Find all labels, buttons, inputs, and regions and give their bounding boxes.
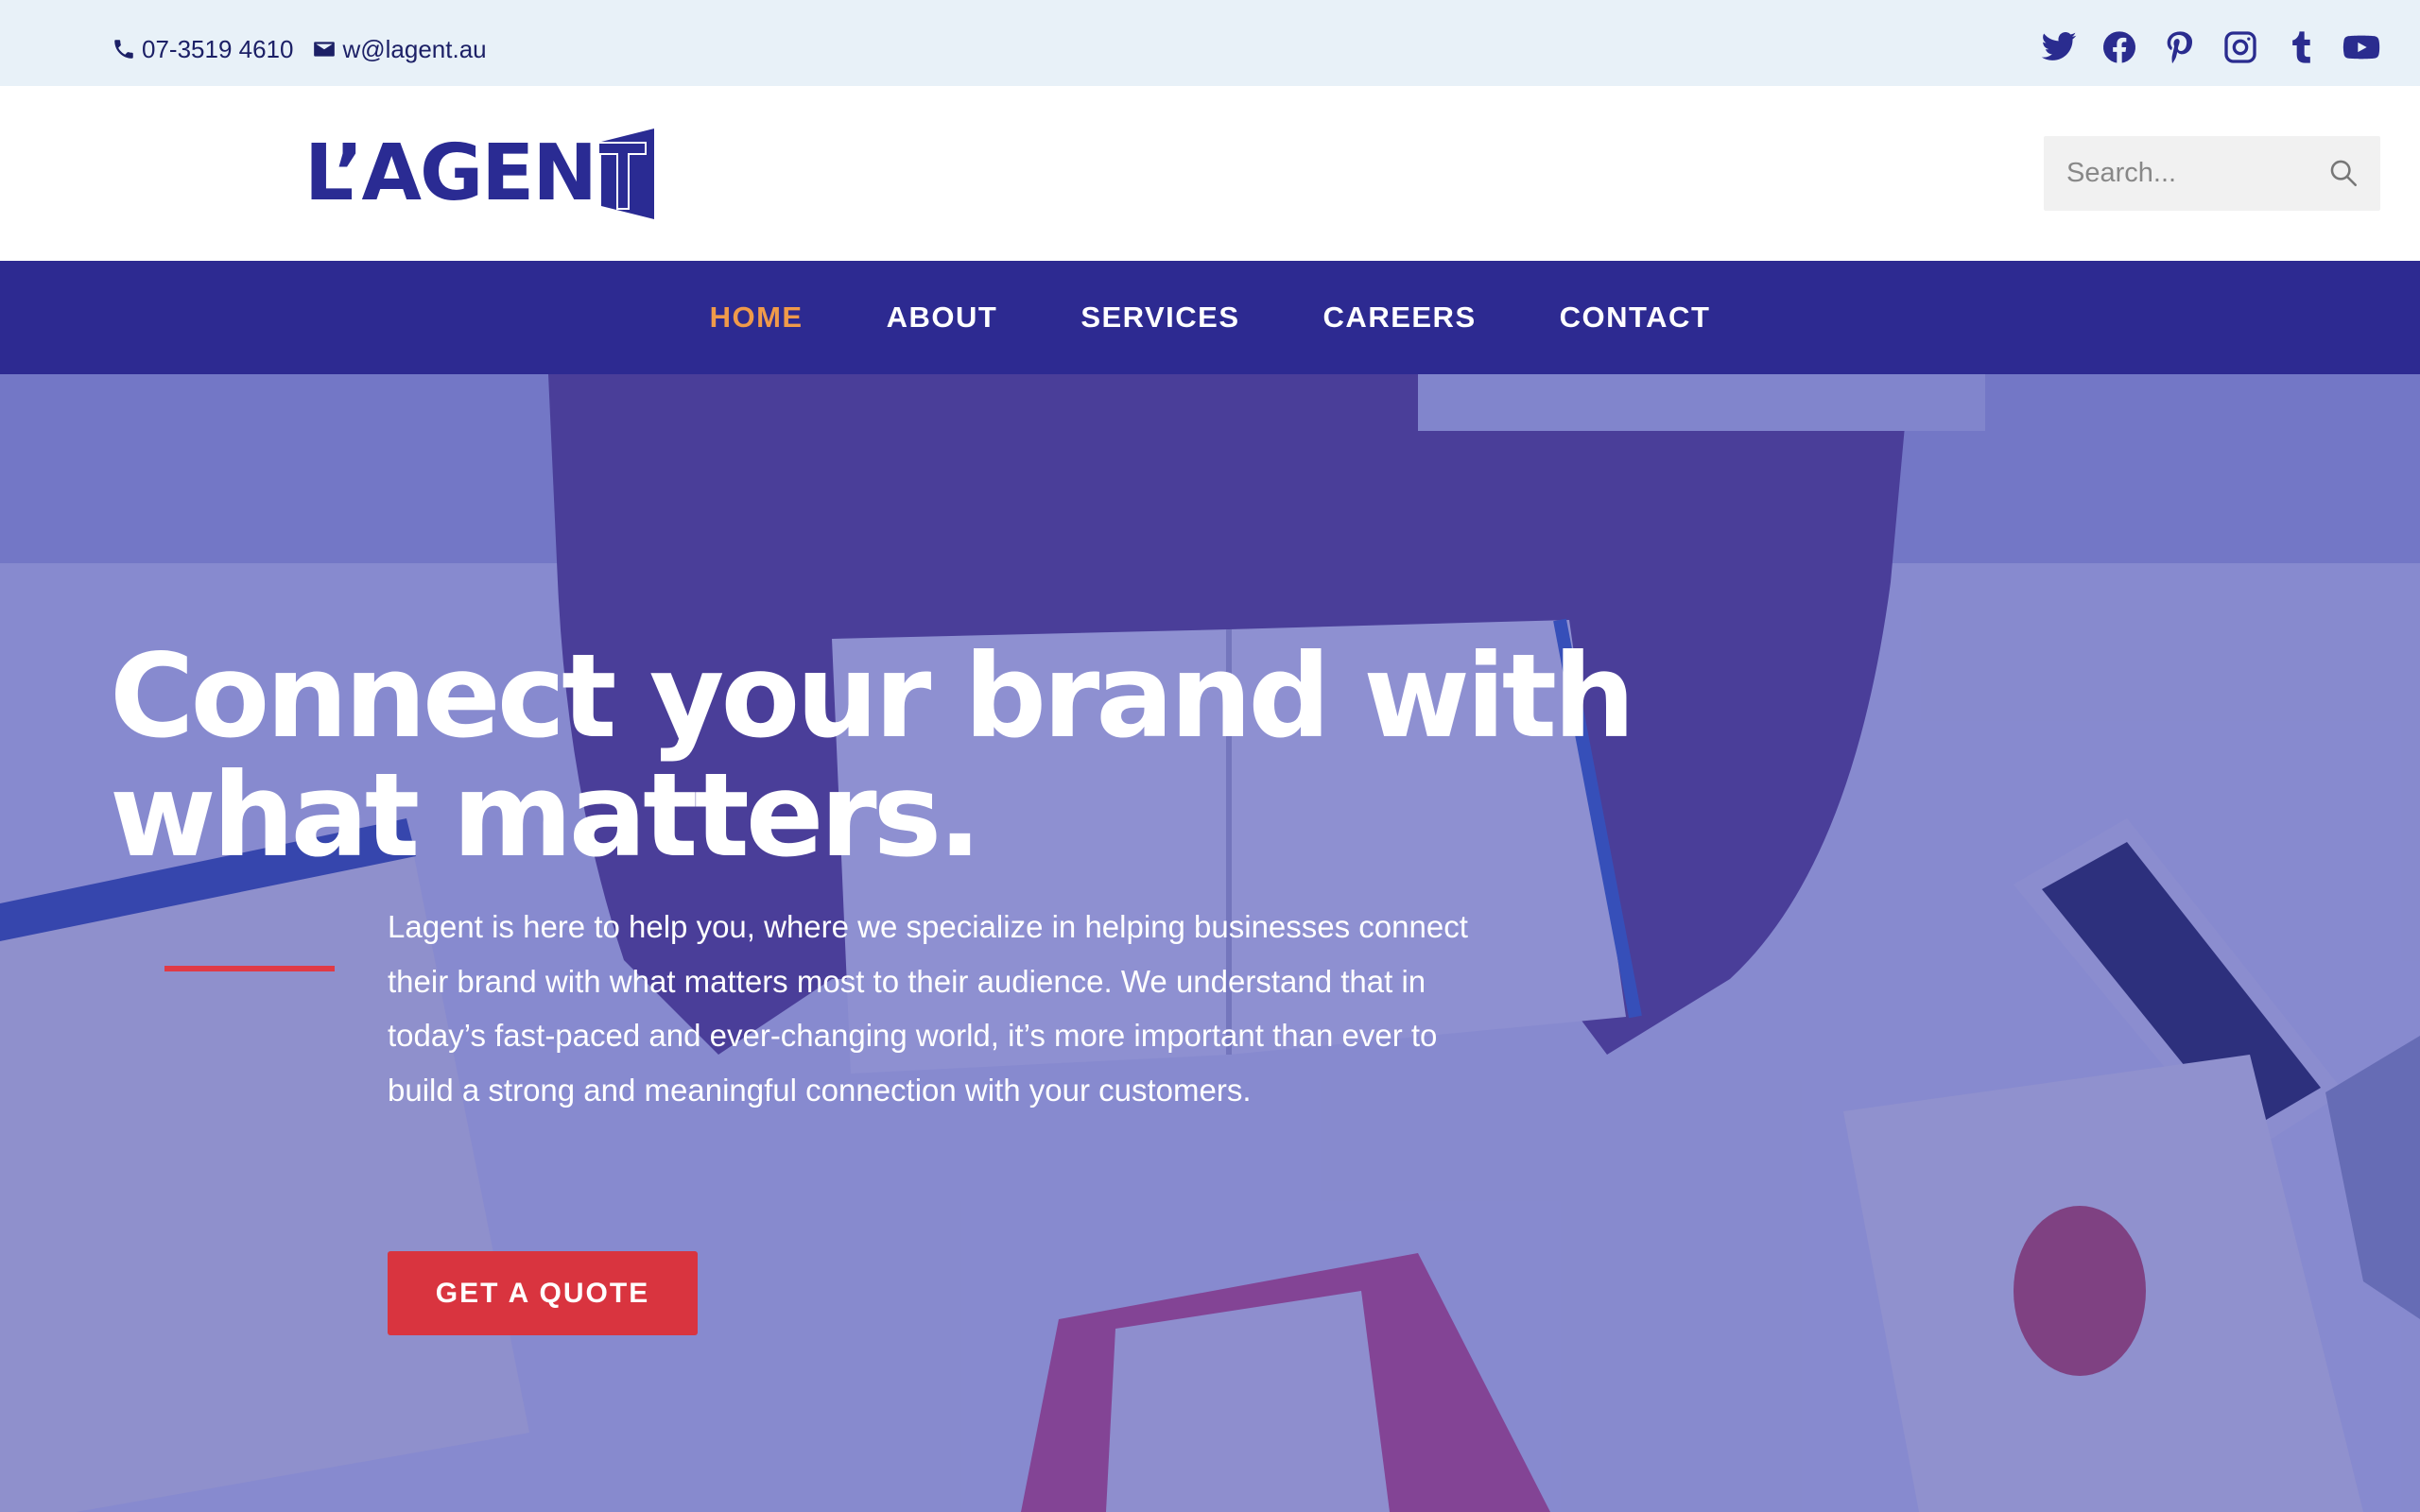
logo-t-shape bbox=[596, 129, 654, 219]
get-a-quote-button[interactable]: GET A QUOTE bbox=[388, 1251, 698, 1335]
search-input[interactable] bbox=[2044, 136, 2331, 211]
email-link[interactable]: w@lagent.au bbox=[312, 34, 487, 64]
hero-paragraph: Lagent is here to help you, where we spe… bbox=[388, 909, 1468, 1108]
instagram-icon bbox=[2224, 31, 2256, 63]
accent-divider bbox=[164, 966, 335, 971]
phone-link[interactable]: 07-3519 4610 bbox=[112, 35, 293, 64]
instagram-link[interactable] bbox=[2220, 26, 2261, 68]
envelope-icon bbox=[314, 42, 336, 57]
contact-info: 07-3519 4610 w@lagent.au bbox=[112, 32, 506, 66]
social-links bbox=[2019, 26, 2382, 68]
logo-t-box bbox=[596, 129, 656, 219]
pinterest-icon bbox=[2167, 31, 2193, 63]
nav-contact[interactable]: CONTACT bbox=[1560, 301, 1711, 335]
main-nav: HOME ABOUT SERVICES CAREERS CONTACT bbox=[0, 261, 2420, 374]
email-address: w@lagent.au bbox=[342, 34, 487, 63]
nav-about[interactable]: ABOUT bbox=[887, 301, 998, 335]
nav-home[interactable]: HOME bbox=[710, 301, 804, 335]
tumblr-icon bbox=[2292, 31, 2310, 63]
search-box bbox=[2044, 136, 2380, 211]
logo-text: L’AGEN bbox=[304, 129, 597, 218]
youtube-link[interactable] bbox=[2341, 26, 2382, 68]
facebook-link[interactable] bbox=[2099, 26, 2140, 68]
twitter-icon bbox=[2041, 32, 2077, 60]
hero-headline: Connect your brand with what matters. bbox=[110, 629, 1635, 883]
phone-number: 07-3519 4610 bbox=[142, 34, 294, 63]
search-icon[interactable] bbox=[2327, 157, 2360, 189]
pinterest-link[interactable] bbox=[2159, 26, 2201, 68]
site-header: L’AGEN bbox=[0, 86, 2420, 261]
nav-services[interactable]: SERVICES bbox=[1080, 301, 1239, 335]
nav-careers[interactable]: CAREERS bbox=[1323, 301, 1477, 335]
site-logo[interactable]: L’AGEN bbox=[304, 122, 656, 226]
facebook-icon bbox=[2102, 31, 2136, 63]
phone-icon bbox=[114, 40, 133, 59]
tumblr-link[interactable] bbox=[2280, 26, 2322, 68]
top-bar: 07-3519 4610 w@lagent.au bbox=[0, 0, 2420, 86]
twitter-link[interactable] bbox=[2038, 26, 2080, 68]
youtube-icon bbox=[2342, 35, 2380, 60]
hero-section: Connect your brand with what matters. La… bbox=[0, 374, 2420, 1512]
